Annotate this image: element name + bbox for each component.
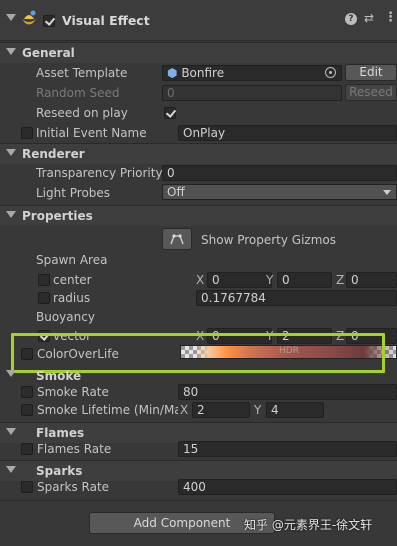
- reseed-on-play-label: Reseed on play: [36, 106, 128, 120]
- foldout-arrow-icon: [6, 149, 16, 156]
- smoke-lifetime-override-checkbox[interactable]: [21, 404, 33, 416]
- dropdown-arrow-icon: [383, 190, 391, 195]
- section-general[interactable]: General: [0, 42, 397, 63]
- smoke-lifetime-label: Smoke Lifetime (Min/Max: [37, 403, 178, 417]
- asset-template-label: Asset Template: [36, 66, 128, 80]
- lifetime-max-axis-label: Y: [254, 403, 262, 417]
- asset-template-value: Bonfire: [181, 66, 225, 80]
- flames-rate-override-checkbox[interactable]: [21, 443, 33, 455]
- section-title: General: [22, 46, 75, 60]
- smoke-rate-field[interactable]: 80: [178, 384, 397, 400]
- sparks-rate-override-checkbox[interactable]: [21, 481, 33, 493]
- visual-effect-icon: [20, 9, 38, 27]
- component-enabled-checkbox[interactable]: [43, 15, 55, 27]
- component-title: Visual Effect: [62, 13, 150, 28]
- smoke-rate-label: Smoke Rate: [37, 385, 109, 399]
- asset-template-field[interactable]: ⬢ Bonfire: [162, 65, 342, 81]
- section-renderer[interactable]: Renderer: [0, 143, 397, 164]
- watermark: 知乎 @元素界王-徐文轩: [244, 518, 373, 532]
- center-x-field[interactable]: 0: [207, 272, 272, 288]
- section-flames[interactable]: Flames: [0, 422, 397, 443]
- smoke-lifetime-min-field[interactable]: 2: [192, 402, 250, 418]
- section-smoke[interactable]: Smoke: [0, 365, 397, 385]
- transparency-priority-label: Transparency Priority: [36, 166, 163, 180]
- section-properties[interactable]: Properties: [0, 205, 397, 226]
- radius-field[interactable]: 0.1767784: [196, 290, 397, 306]
- lifetime-min-axis-label: X: [180, 403, 189, 417]
- spawn-area-label: Spawn Area: [36, 253, 108, 267]
- edit-button[interactable]: Edit: [345, 64, 397, 81]
- center-y-field[interactable]: 0: [277, 272, 332, 288]
- initial-event-label: Initial Event Name: [36, 126, 147, 140]
- center-label: center: [53, 273, 92, 287]
- section-title: Flames: [36, 426, 85, 440]
- foldout-arrow-icon[interactable]: [6, 14, 16, 21]
- foldout-arrow-icon: [6, 211, 16, 218]
- sparks-rate-field[interactable]: 400: [178, 479, 397, 495]
- section-title: Sparks: [36, 464, 83, 478]
- foldout-arrow-icon: [6, 370, 16, 377]
- reseed-button: Reseed: [345, 84, 397, 101]
- kebab-menu-icon[interactable]: ⋮: [384, 10, 397, 25]
- object-picker-icon[interactable]: [325, 67, 336, 78]
- section-title: Renderer: [22, 147, 85, 161]
- radius-label: radius: [53, 291, 91, 305]
- radius-override-checkbox[interactable]: [38, 292, 50, 304]
- divider: [0, 500, 397, 501]
- component-header: Visual Effect ? ⇄ ⋮: [0, 0, 397, 41]
- center-y-axis-label: Y: [266, 273, 274, 287]
- foldout-arrow-icon: [6, 466, 16, 473]
- random-seed-field: 0: [162, 85, 342, 101]
- show-property-gizmos-label[interactable]: Show Property Gizmos: [201, 233, 336, 247]
- initial-event-field[interactable]: OnPlay: [178, 125, 397, 141]
- foldout-arrow-icon: [6, 48, 16, 55]
- vfx-asset-icon: ⬢: [167, 66, 178, 80]
- flames-rate-label: Flames Rate: [37, 442, 112, 456]
- transparency-priority-field[interactable]: 0: [162, 165, 397, 181]
- center-z-axis-label: Z: [336, 273, 345, 287]
- center-x-axis-label: X: [196, 273, 205, 287]
- initial-event-override-checkbox[interactable]: [21, 127, 33, 139]
- section-title: Smoke: [36, 369, 82, 383]
- light-probes-dropdown[interactable]: Off: [162, 184, 397, 200]
- reseed-on-play-checkbox[interactable]: [164, 107, 176, 119]
- sparks-rate-label: Sparks Rate: [37, 480, 110, 494]
- light-probes-label: Light Probes: [36, 186, 111, 200]
- buoyancy-label: Buoyancy: [36, 310, 95, 324]
- smoke-lifetime-max-field[interactable]: 4: [266, 402, 324, 418]
- foldout-arrow-icon: [6, 428, 16, 435]
- center-z-field[interactable]: 0: [346, 272, 397, 288]
- gizmo-toggle-button[interactable]: [162, 228, 192, 250]
- presets-icon[interactable]: ⇄: [364, 11, 374, 25]
- section-sparks[interactable]: Sparks: [0, 460, 397, 481]
- gizmo-icon: [170, 234, 184, 245]
- smoke-rate-override-checkbox[interactable]: [21, 386, 33, 398]
- light-probes-value: Off: [167, 185, 185, 199]
- section-title: Properties: [22, 209, 93, 223]
- flames-rate-field[interactable]: 15: [178, 441, 397, 457]
- random-seed-label: Random Seed: [36, 86, 120, 100]
- help-icon[interactable]: ?: [345, 13, 357, 25]
- center-override-checkbox[interactable]: [38, 274, 50, 286]
